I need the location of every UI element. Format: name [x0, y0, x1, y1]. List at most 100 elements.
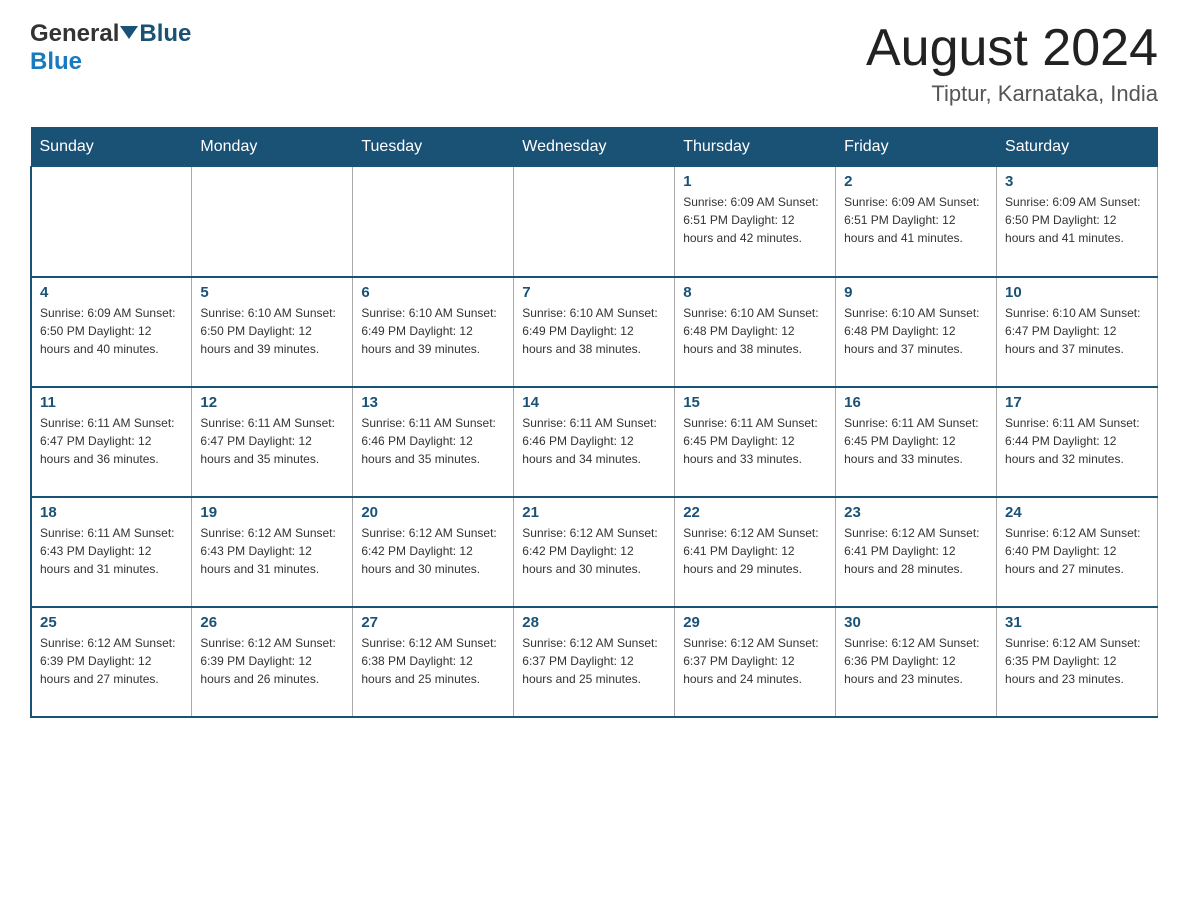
- day-info: Sunrise: 6:11 AM Sunset: 6:43 PM Dayligh…: [40, 524, 183, 578]
- day-info: Sunrise: 6:12 AM Sunset: 6:42 PM Dayligh…: [361, 524, 505, 578]
- day-info: Sunrise: 6:12 AM Sunset: 6:40 PM Dayligh…: [1005, 524, 1149, 578]
- calendar-cell: [31, 167, 192, 277]
- day-number: 27: [361, 614, 505, 631]
- day-number: 18: [40, 504, 183, 521]
- day-number: 11: [40, 394, 183, 411]
- day-number: 30: [844, 614, 988, 631]
- calendar-cell: 18 Sunrise: 6:11 AM Sunset: 6:43 PM Dayli…: [31, 497, 192, 607]
- title-area: August 2024 Tiptur, Karnataka, India: [866, 20, 1158, 107]
- calendar-cell: 31 Sunrise: 6:12 AM Sunset: 6:35 PM Dayli…: [997, 607, 1158, 717]
- page-header: General Blue Blue August 2024 Tiptur, Ka…: [30, 20, 1158, 107]
- day-number: 25: [40, 614, 183, 631]
- logo: General Blue Blue: [30, 20, 191, 76]
- day-info: Sunrise: 6:11 AM Sunset: 6:45 PM Dayligh…: [683, 414, 827, 468]
- day-info: Sunrise: 6:10 AM Sunset: 6:47 PM Dayligh…: [1005, 304, 1149, 358]
- calendar-cell: 14Sunrise: 6:11 AM Sunset: 6:46 PM Dayli…: [514, 387, 675, 497]
- header-row: SundayMondayTuesdayWednesdayThursdayFrid…: [31, 128, 1158, 167]
- logo-sub: Blue: [30, 48, 82, 75]
- day-info: Sunrise: 6:12 AM Sunset: 6:41 PM Dayligh…: [844, 524, 988, 578]
- calendar-cell: 11 Sunrise: 6:11 AM Sunset: 6:47 PM Dayli…: [31, 387, 192, 497]
- header-day-saturday: Saturday: [997, 128, 1158, 167]
- calendar-cell: 16 Sunrise: 6:11 AM Sunset: 6:45 PM Dayli…: [836, 387, 997, 497]
- day-number: 19: [200, 504, 344, 521]
- day-info: Sunrise: 6:11 AM Sunset: 6:46 PM Dayligh…: [361, 414, 505, 468]
- day-info: Sunrise: 6:10 AM Sunset: 6:49 PM Dayligh…: [522, 304, 666, 358]
- day-info: Sunrise: 6:11 AM Sunset: 6:45 PM Dayligh…: [844, 414, 988, 468]
- day-number: 20: [361, 504, 505, 521]
- day-number: 12: [200, 394, 344, 411]
- week-row-3: 11 Sunrise: 6:11 AM Sunset: 6:47 PM Dayli…: [31, 387, 1158, 497]
- day-number: 5: [200, 284, 344, 301]
- day-number: 10: [1005, 284, 1149, 301]
- day-number: 24: [1005, 504, 1149, 521]
- calendar-cell: 9 Sunrise: 6:10 AM Sunset: 6:48 PM Daylig…: [836, 277, 997, 387]
- calendar-cell: 8 Sunrise: 6:10 AM Sunset: 6:48 PM Daylig…: [675, 277, 836, 387]
- calendar-cell: 25Sunrise: 6:12 AM Sunset: 6:39 PM Dayli…: [31, 607, 192, 717]
- logo-arrow-icon: [120, 26, 138, 39]
- calendar-cell: 20 Sunrise: 6:12 AM Sunset: 6:42 PM Dayli…: [353, 497, 514, 607]
- day-number: 22: [683, 504, 827, 521]
- day-number: 8: [683, 284, 827, 301]
- calendar-cell: 26Sunrise: 6:12 AM Sunset: 6:39 PM Dayli…: [192, 607, 353, 717]
- day-number: 15: [683, 394, 827, 411]
- day-info: Sunrise: 6:11 AM Sunset: 6:47 PM Dayligh…: [40, 414, 183, 468]
- calendar-cell: 13Sunrise: 6:11 AM Sunset: 6:46 PM Dayli…: [353, 387, 514, 497]
- calendar-cell: 12 Sunrise: 6:11 AM Sunset: 6:47 PM Dayli…: [192, 387, 353, 497]
- day-number: 6: [361, 284, 505, 301]
- day-info: Sunrise: 6:09 AM Sunset: 6:51 PM Dayligh…: [683, 193, 827, 247]
- calendar-body: 1Sunrise: 6:09 AM Sunset: 6:51 PM Daylig…: [31, 167, 1158, 717]
- calendar-cell: 21 Sunrise: 6:12 AM Sunset: 6:42 PM Dayli…: [514, 497, 675, 607]
- calendar-cell: 28 Sunrise: 6:12 AM Sunset: 6:37 PM Dayli…: [514, 607, 675, 717]
- calendar-cell: [353, 167, 514, 277]
- header-day-sunday: Sunday: [31, 128, 192, 167]
- header-day-wednesday: Wednesday: [514, 128, 675, 167]
- logo-blue: Blue: [139, 20, 191, 48]
- calendar-cell: 24 Sunrise: 6:12 AM Sunset: 6:40 PM Dayli…: [997, 497, 1158, 607]
- day-info: Sunrise: 6:11 AM Sunset: 6:47 PM Dayligh…: [200, 414, 344, 468]
- day-number: 4: [40, 284, 183, 301]
- calendar-cell: 30 Sunrise: 6:12 AM Sunset: 6:36 PM Dayli…: [836, 607, 997, 717]
- day-info: Sunrise: 6:12 AM Sunset: 6:35 PM Dayligh…: [1005, 634, 1149, 688]
- day-info: Sunrise: 6:10 AM Sunset: 6:49 PM Dayligh…: [361, 304, 505, 358]
- day-number: 31: [1005, 614, 1149, 631]
- calendar-cell: 3Sunrise: 6:09 AM Sunset: 6:50 PM Daylig…: [997, 167, 1158, 277]
- day-info: Sunrise: 6:10 AM Sunset: 6:50 PM Dayligh…: [200, 304, 344, 358]
- header-day-tuesday: Tuesday: [353, 128, 514, 167]
- day-info: Sunrise: 6:12 AM Sunset: 6:37 PM Dayligh…: [522, 634, 666, 688]
- week-row-4: 18 Sunrise: 6:11 AM Sunset: 6:43 PM Dayli…: [31, 497, 1158, 607]
- day-number: 21: [522, 504, 666, 521]
- day-info: Sunrise: 6:12 AM Sunset: 6:38 PM Dayligh…: [361, 634, 505, 688]
- day-info: Sunrise: 6:09 AM Sunset: 6:51 PM Dayligh…: [844, 193, 988, 247]
- day-info: Sunrise: 6:12 AM Sunset: 6:41 PM Dayligh…: [683, 524, 827, 578]
- day-number: 26: [200, 614, 344, 631]
- calendar-cell: 23Sunrise: 6:12 AM Sunset: 6:41 PM Dayli…: [836, 497, 997, 607]
- day-number: 9: [844, 284, 988, 301]
- week-row-5: 25Sunrise: 6:12 AM Sunset: 6:39 PM Dayli…: [31, 607, 1158, 717]
- day-number: 17: [1005, 394, 1149, 411]
- calendar-cell: [192, 167, 353, 277]
- calendar-cell: 7Sunrise: 6:10 AM Sunset: 6:49 PM Daylig…: [514, 277, 675, 387]
- day-number: 28: [522, 614, 666, 631]
- day-info: Sunrise: 6:12 AM Sunset: 6:36 PM Dayligh…: [844, 634, 988, 688]
- day-info: Sunrise: 6:12 AM Sunset: 6:42 PM Dayligh…: [522, 524, 666, 578]
- day-number: 16: [844, 394, 988, 411]
- calendar-cell: 22 Sunrise: 6:12 AM Sunset: 6:41 PM Dayli…: [675, 497, 836, 607]
- week-row-2: 4 Sunrise: 6:09 AM Sunset: 6:50 PM Daylig…: [31, 277, 1158, 387]
- day-number: 29: [683, 614, 827, 631]
- day-info: Sunrise: 6:09 AM Sunset: 6:50 PM Dayligh…: [40, 304, 183, 358]
- day-info: Sunrise: 6:12 AM Sunset: 6:43 PM Dayligh…: [200, 524, 344, 578]
- calendar-table: SundayMondayTuesdayWednesdayThursdayFrid…: [30, 127, 1158, 718]
- day-info: Sunrise: 6:09 AM Sunset: 6:50 PM Dayligh…: [1005, 193, 1149, 247]
- week-row-1: 1Sunrise: 6:09 AM Sunset: 6:51 PM Daylig…: [31, 167, 1158, 277]
- calendar-cell: 1Sunrise: 6:09 AM Sunset: 6:51 PM Daylig…: [675, 167, 836, 277]
- calendar-cell: 19 Sunrise: 6:12 AM Sunset: 6:43 PM Dayli…: [192, 497, 353, 607]
- calendar-cell: 10 Sunrise: 6:10 AM Sunset: 6:47 PM Dayli…: [997, 277, 1158, 387]
- calendar-header: SundayMondayTuesdayWednesdayThursdayFrid…: [31, 128, 1158, 167]
- day-info: Sunrise: 6:11 AM Sunset: 6:46 PM Dayligh…: [522, 414, 666, 468]
- day-info: Sunrise: 6:10 AM Sunset: 6:48 PM Dayligh…: [683, 304, 827, 358]
- calendar-cell: 27 Sunrise: 6:12 AM Sunset: 6:38 PM Dayli…: [353, 607, 514, 717]
- day-number: 2: [844, 173, 988, 190]
- day-info: Sunrise: 6:10 AM Sunset: 6:48 PM Dayligh…: [844, 304, 988, 358]
- calendar-cell: [514, 167, 675, 277]
- day-info: Sunrise: 6:11 AM Sunset: 6:44 PM Dayligh…: [1005, 414, 1149, 468]
